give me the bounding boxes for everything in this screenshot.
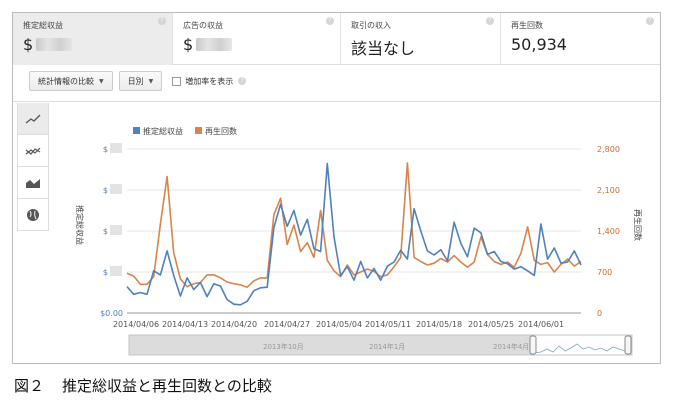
legend-swatch-revenue xyxy=(133,127,140,134)
right-tick-label: 0 xyxy=(597,309,602,318)
granularity-dropdown[interactable]: 日別 ▼ xyxy=(118,71,163,91)
right-tick-label: 700 xyxy=(597,268,612,277)
x-tick-label: 2014/05/11 xyxy=(365,320,411,329)
right-axis-title: 再生回数 xyxy=(633,209,643,241)
tab-area-chart[interactable] xyxy=(17,167,49,199)
metric-label: 広告の収益 xyxy=(183,21,223,30)
figure-caption: 図２ 推定総収益と再生回数との比較 xyxy=(14,375,290,396)
left-tick-label: $ xyxy=(103,268,108,277)
x-tick-label: 2014/05/25 xyxy=(468,320,514,329)
analytics-panel: 推定総収益 $ ? 広告の収益 $ ? 取引の収入 該当なし ? 再生回数 50… xyxy=(12,12,661,364)
chart-toolbar: 統計情報の比較 ▼ 日別 ▼ 増加率を表示 ? xyxy=(29,70,247,92)
left-tick-label: $ xyxy=(103,227,108,236)
metric-card-ad-revenue[interactable]: 広告の収益 $ ? xyxy=(173,13,341,65)
right-tick-label: 2,100 xyxy=(597,186,620,195)
redacted-value xyxy=(196,38,233,51)
left-axis-title: 推定総収益 xyxy=(75,205,85,245)
x-tick-label: 2014/05/18 xyxy=(416,320,462,329)
line-chart: 推定総収益 再生回数 $ $ $ $ $0.00 推定総収益 2,800 2,1… xyxy=(75,126,643,356)
range-handle-right[interactable] xyxy=(624,335,632,355)
time-range-navigator[interactable]: 2013年10月 2014年1月 2014年4月 xyxy=(128,334,633,356)
caret-down-icon: ▼ xyxy=(148,77,154,85)
range-label: 2014年1月 xyxy=(369,342,405,351)
redacted-tick xyxy=(110,143,122,153)
tab-map[interactable] xyxy=(17,199,49,231)
tab-line-chart[interactable] xyxy=(17,103,49,135)
metric-card-transaction-revenue[interactable]: 取引の収入 該当なし ? xyxy=(341,13,501,65)
metric-value: 50,934 xyxy=(511,35,567,54)
left-tick-label: $ xyxy=(103,186,108,195)
right-tick-label: 1,400 xyxy=(597,227,620,236)
caret-down-icon: ▼ xyxy=(99,77,104,85)
x-tick-label: 2014/04/27 xyxy=(264,320,310,329)
x-tick-label: 2014/06/01 xyxy=(518,320,564,329)
help-icon[interactable]: ? xyxy=(486,17,494,25)
figure-number: 図２ xyxy=(14,377,45,395)
help-icon[interactable]: ? xyxy=(238,77,247,85)
left-tick-label: $0.00 xyxy=(100,309,123,318)
redacted-tick xyxy=(110,184,122,194)
x-tick-label: 2014/05/04 xyxy=(316,320,362,329)
metric-value: 該当なし xyxy=(351,39,416,58)
help-icon[interactable]: ? xyxy=(646,17,654,25)
compare-label: 統計情報の比較 xyxy=(38,76,94,86)
redacted-value xyxy=(36,38,73,51)
right-tick-label: 2,800 xyxy=(597,145,620,154)
x-tick-label: 2014/04/13 xyxy=(162,320,208,329)
metric-label: 再生回数 xyxy=(511,21,543,30)
metric-value: $ xyxy=(183,35,194,54)
help-icon[interactable]: ? xyxy=(326,17,334,25)
x-tick-label: 2014/04/06 xyxy=(113,320,159,329)
left-axis: $ $ $ $ $0.00 推定総収益 xyxy=(75,143,123,318)
multi-line-chart-icon xyxy=(25,147,41,155)
tab-multi-line-chart[interactable] xyxy=(17,135,49,167)
metric-card-views[interactable]: 再生回数 50,934 ? xyxy=(501,13,660,65)
x-axis: 2014/04/06 2014/04/13 2014/04/20 2014/04… xyxy=(113,320,564,329)
line-chart-icon xyxy=(25,114,41,124)
left-tick-label: $ xyxy=(103,145,108,154)
legend-label-views[interactable]: 再生回数 xyxy=(205,126,237,136)
growth-rate-checkbox[interactable] xyxy=(172,76,182,86)
range-label: 2014年4月 xyxy=(493,342,529,351)
range-label: 2013年10月 xyxy=(263,342,304,351)
metric-label: 取引の収入 xyxy=(351,21,391,30)
compare-metrics-dropdown[interactable]: 統計情報の比較 ▼ xyxy=(29,71,113,91)
chart-series xyxy=(126,162,582,306)
area-chart-icon xyxy=(26,178,40,188)
globe-icon xyxy=(27,208,39,221)
legend-label-revenue[interactable]: 推定総収益 xyxy=(143,126,183,136)
divider xyxy=(13,101,660,102)
figure-title: 推定総収益と再生回数との比較 xyxy=(62,377,272,395)
redacted-tick xyxy=(110,225,122,235)
x-tick-label: 2014/04/20 xyxy=(211,320,257,329)
legend-swatch-views xyxy=(195,127,202,134)
redacted-tick xyxy=(110,266,122,276)
growth-rate-label[interactable]: 増加率を表示 xyxy=(185,76,233,87)
metric-card-estimated-revenue[interactable]: 推定総収益 $ ? xyxy=(13,13,173,65)
navigator-selection[interactable] xyxy=(532,334,629,356)
right-axis: 2,800 2,100 1,400 700 0 再生回数 xyxy=(597,145,643,318)
chart-type-tabs xyxy=(17,103,49,231)
chart-legend: 推定総収益 再生回数 xyxy=(133,126,237,136)
help-icon[interactable]: ? xyxy=(158,17,166,25)
metric-value: $ xyxy=(23,35,34,54)
metric-cards: 推定総収益 $ ? 広告の収益 $ ? 取引の収入 該当なし ? 再生回数 50… xyxy=(13,13,660,65)
metric-label: 推定総収益 xyxy=(23,21,63,30)
range-handle-left[interactable] xyxy=(529,335,537,355)
granularity-label: 日別 xyxy=(127,76,144,86)
